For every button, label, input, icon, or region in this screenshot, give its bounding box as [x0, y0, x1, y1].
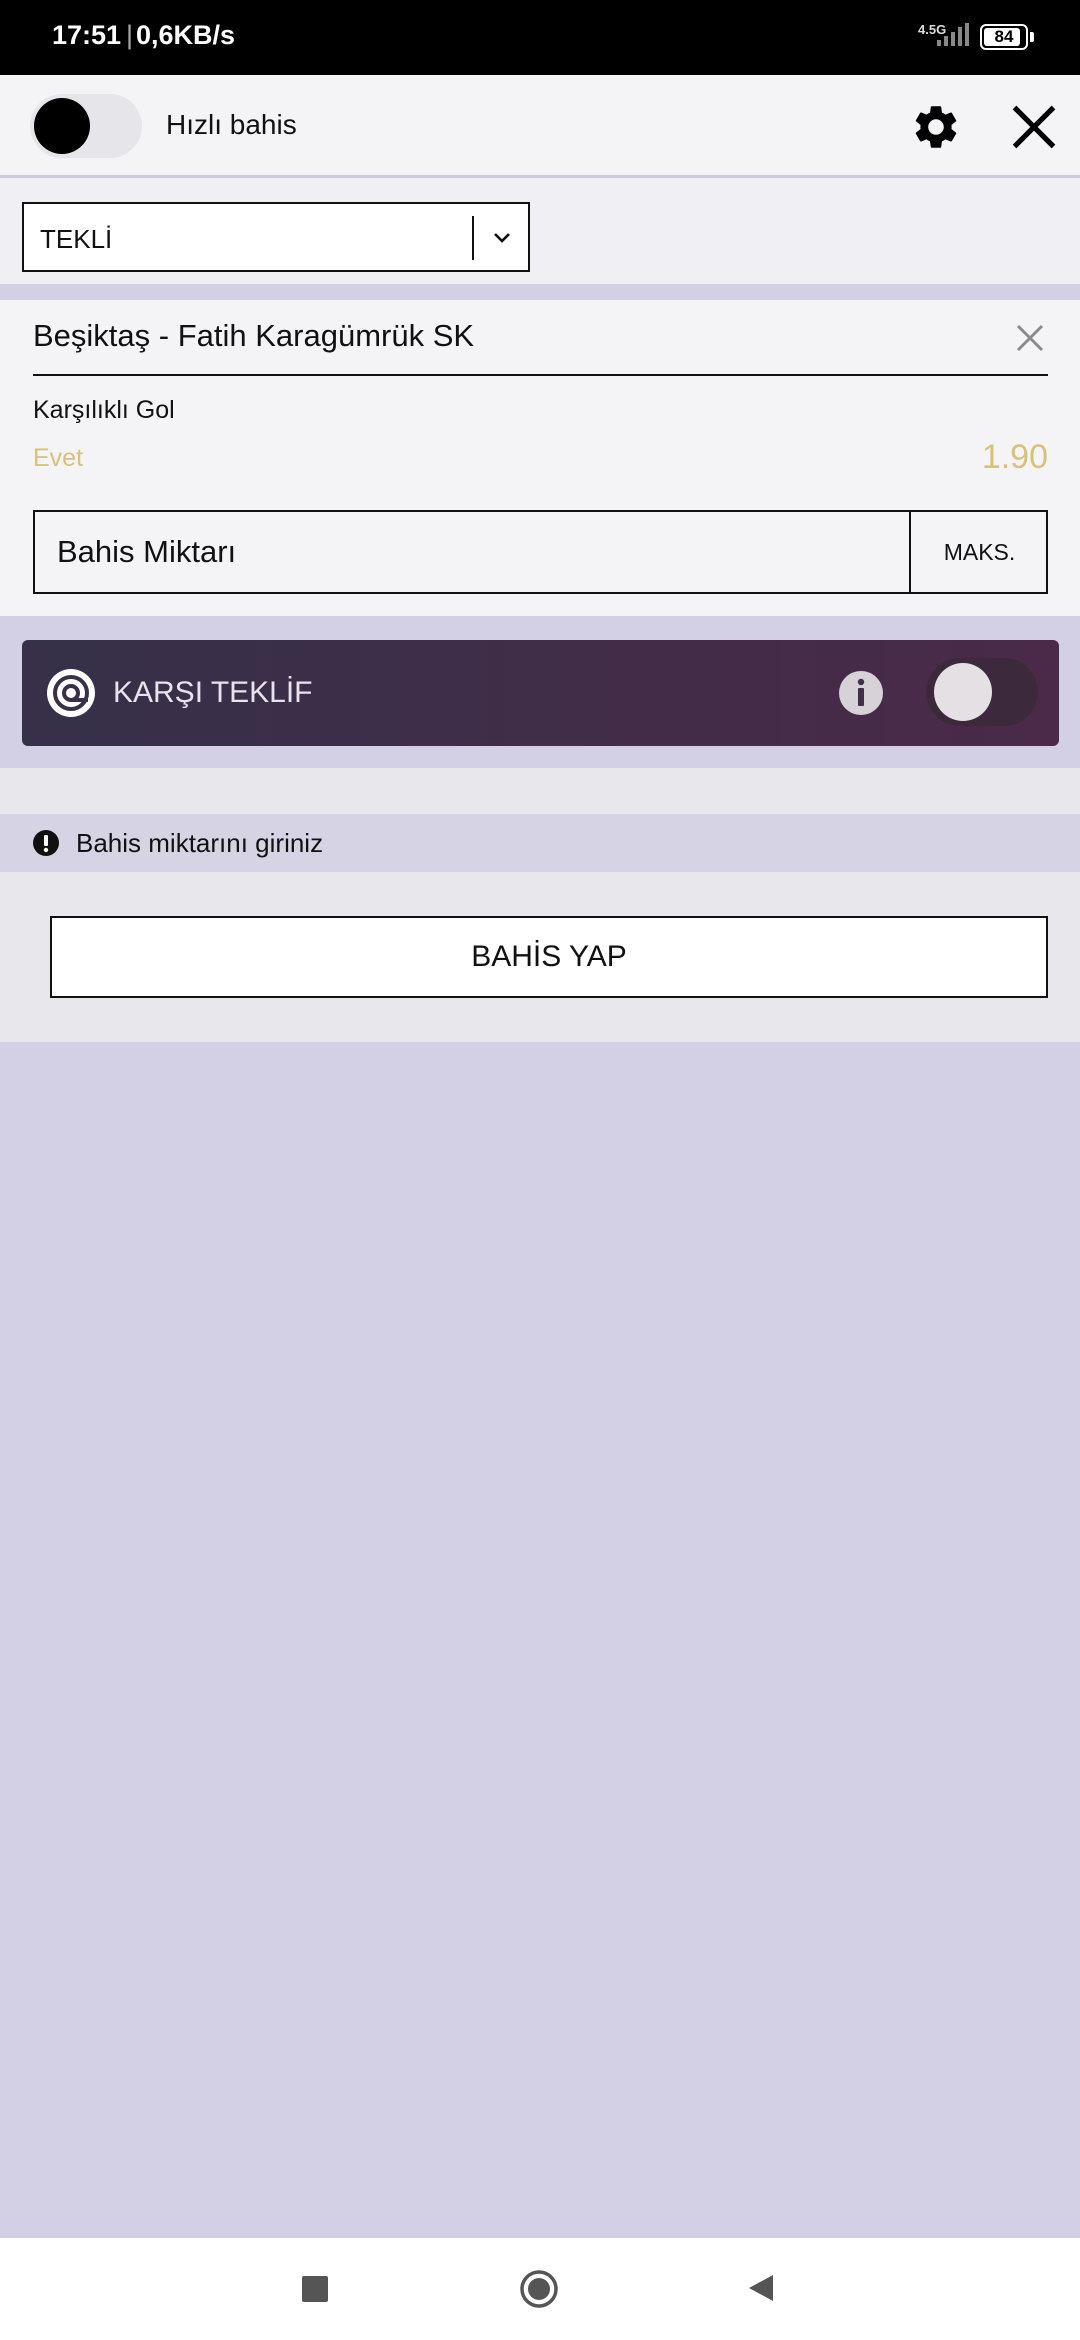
gear-icon[interactable] — [910, 101, 962, 153]
quick-bet-label: Hızlı bahis — [166, 109, 297, 140]
info-icon[interactable] — [838, 670, 884, 716]
select-divider — [472, 216, 474, 260]
place-bet-button[interactable]: BAHİS YAP — [50, 916, 1048, 998]
battery-level: 84 — [994, 27, 1014, 46]
place-bet-section: BAHİS YAP — [0, 872, 1080, 1042]
back-icon[interactable] — [745, 2272, 777, 2304]
selection-name: Evet — [33, 444, 84, 472]
quick-bet-toggle[interactable] — [30, 94, 142, 158]
stake-box: MAKS. — [33, 510, 1048, 594]
counter-offer-icon — [47, 669, 95, 717]
status-separator: | — [126, 20, 134, 50]
match-title: Beşiktaş - Fatih Karagümrük SK — [33, 318, 475, 353]
odds-value: 1.90 — [981, 438, 1048, 476]
quick-bet-toggle-knob — [34, 98, 90, 154]
counter-offer-toggle-knob — [934, 663, 992, 721]
warning-text: Bahis miktarını giriniz — [76, 828, 324, 858]
counter-offer-toggle[interactable] — [926, 658, 1038, 726]
signal-icon — [937, 23, 969, 46]
warning-bar: Bahis miktarını giriniz — [0, 814, 1080, 872]
market-name: Karşılıklı Gol — [33, 396, 175, 424]
max-stake-button[interactable]: MAKS. — [909, 512, 1048, 592]
counter-offer-banner: KARŞI TEKLİF — [22, 640, 1059, 746]
spacer-band — [0, 768, 1080, 814]
battery-tip — [1030, 32, 1034, 42]
remove-selection-icon[interactable] — [1014, 322, 1046, 354]
close-icon[interactable] — [1008, 101, 1060, 153]
match-divider — [33, 374, 1048, 376]
bet-selection-card: Beşiktaş - Fatih Karagümrük SK Karşılıkl… — [0, 300, 1080, 616]
bet-type-bar: TEKLİ — [0, 178, 1080, 290]
counter-offer-section: KARŞI TEKLİF — [0, 616, 1080, 768]
exclamation-icon — [33, 830, 59, 856]
status-network-speed: 0,6KB/s — [136, 20, 236, 50]
status-time: 17:51 — [52, 20, 122, 50]
betslip-header: Hızlı bahis — [0, 75, 1080, 178]
stake-input[interactable] — [35, 512, 909, 592]
home-icon[interactable] — [519, 2269, 559, 2309]
chevron-down-icon — [494, 233, 510, 243]
counter-offer-label: KARŞI TEKLİF — [113, 676, 313, 709]
status-bar: 17:51 | 0,6KB/s 4.5G 84 — [0, 0, 1080, 75]
system-nav-bar — [0, 2238, 1080, 2340]
recent-apps-icon[interactable] — [302, 2276, 328, 2302]
battery-icon: 84 — [980, 24, 1028, 50]
bet-type-value: TEKLİ — [40, 224, 113, 254]
bet-type-select[interactable]: TEKLİ — [22, 202, 530, 272]
